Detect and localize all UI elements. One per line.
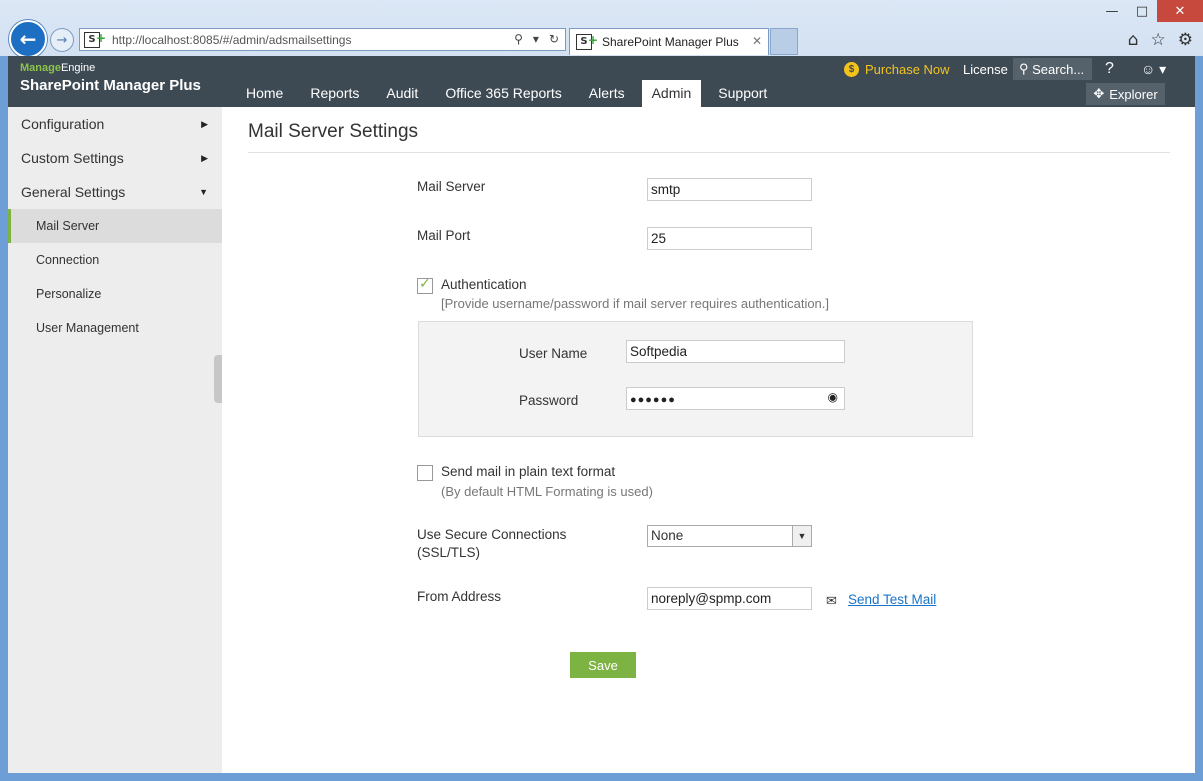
nav-office365-reports[interactable]: Office 365 Reports (435, 80, 571, 107)
from-address-input[interactable]: noreply@spmp.com (647, 587, 812, 610)
chevron-down-icon[interactable]: ▼ (792, 526, 811, 546)
plain-text-checkbox[interactable] (417, 465, 433, 481)
minimize-icon[interactable]: — (1097, 0, 1127, 22)
secure-connections-value: None (651, 528, 684, 543)
password-input[interactable]: ●●●●●● ◉ (626, 387, 845, 410)
password-label: Password (519, 393, 579, 408)
plain-text-label[interactable]: Send mail in plain text format (441, 464, 615, 479)
address-bar[interactable]: S http://localhost:8085/#/admin/adsmails… (79, 28, 566, 51)
home-icon[interactable]: ⌂ (1128, 30, 1139, 50)
nav-reports[interactable]: Reports (300, 80, 369, 107)
sidebar: Configuration ▶ Custom Settings ▶ Genera… (8, 107, 222, 773)
secure-connections-sublabel: (SSL/TLS) (417, 545, 481, 560)
authentication-checkbox[interactable] (417, 276, 433, 294)
nav-admin[interactable]: Admin (641, 80, 702, 107)
purchase-now-link[interactable]: $ Purchase Now (844, 58, 950, 80)
forward-button[interactable]: → (50, 28, 74, 52)
sidebar-section-label: Custom Settings (21, 150, 124, 166)
mail-server-label: Mail Server (417, 179, 486, 194)
username-input[interactable]: Softpedia (626, 340, 845, 363)
save-button[interactable]: Save (570, 652, 636, 678)
title-divider (248, 152, 1170, 153)
password-value: ●●●●●● (630, 394, 676, 406)
search-box[interactable]: ⚲ Search... (1013, 58, 1092, 80)
user-menu-icon[interactable]: ☺ ▾ (1141, 58, 1166, 80)
search-icon: ⚲ (1019, 61, 1033, 76)
tab-favicon-icon: S (576, 33, 598, 50)
explorer-icon: ✥ (1093, 86, 1105, 101)
logo-engine: Engine (60, 62, 96, 74)
manageengine-logo: ManageEngine (20, 62, 95, 74)
close-window-icon[interactable]: ✕ (1157, 0, 1203, 22)
purchase-label: Purchase Now (865, 61, 950, 77)
secure-connections-label: Use Secure Connections (417, 527, 567, 542)
authentication-label[interactable]: Authentication (441, 277, 527, 292)
logo-manage: Manage (20, 62, 61, 74)
favorites-star-icon[interactable]: ☆ (1151, 30, 1166, 50)
sidebar-item-user-management[interactable]: User Management (8, 311, 222, 345)
sidebar-item-personalize[interactable]: Personalize (8, 277, 222, 311)
nav-alerts[interactable]: Alerts (579, 80, 635, 107)
search-placeholder: Search... (1032, 61, 1085, 77)
plain-text-hint: (By default HTML Formating is used) (441, 484, 653, 499)
mail-port-input[interactable]: 25 (647, 227, 812, 250)
back-button[interactable]: ← (9, 20, 47, 58)
help-icon[interactable]: ? (1105, 58, 1114, 80)
sidebar-collapse-handle[interactable] (214, 355, 222, 403)
browser-tab[interactable]: S SharePoint Manager Plus ✕ (569, 28, 769, 55)
authentication-hint: [Provide username/password if mail serve… (441, 296, 830, 311)
address-url[interactable]: http://localhost:8085/#/admin/adsmailset… (112, 33, 351, 47)
main-content: Mail Server Settings Mail Server smtp Ma… (222, 107, 1195, 773)
mail-server-input[interactable]: smtp (647, 178, 812, 201)
refresh-icon[interactable]: ↻ (549, 32, 559, 46)
arrow-right-icon: → (56, 32, 68, 48)
chevron-right-icon: ▶ (201, 118, 208, 129)
maximize-icon[interactable]: □ (1127, 0, 1157, 22)
send-test-mail-link[interactable]: Send Test Mail (848, 592, 936, 607)
tab-title: SharePoint Manager Plus (602, 35, 739, 49)
site-favicon-icon: S (84, 31, 106, 48)
authentication-panel: User Name Softpedia Password ●●●●●● ◉ (418, 321, 973, 437)
username-label: User Name (519, 346, 588, 361)
explorer-button[interactable]: ✥ Explorer (1086, 83, 1165, 105)
sidebar-section-custom-settings[interactable]: Custom Settings ▶ (8, 141, 222, 175)
settings-gear-icon[interactable]: ⚙ (1178, 30, 1193, 50)
nav-support[interactable]: Support (708, 80, 777, 107)
page-title: Mail Server Settings (248, 121, 419, 142)
browser-chrome: — □ ✕ ← → S http://localhost:8085/#/admi… (0, 0, 1203, 58)
sidebar-section-general-settings[interactable]: General Settings ▼ (8, 175, 222, 209)
secure-connections-select[interactable]: None ▼ (647, 525, 812, 547)
send-mail-icon: ✉ (826, 594, 837, 609)
nav-home[interactable]: Home (236, 80, 293, 107)
chevron-right-icon: ▶ (201, 152, 208, 163)
cart-icon: $ (844, 61, 859, 77)
search-icon[interactable]: ⚲ (514, 32, 523, 46)
window-controls: — □ ✕ (1097, 0, 1203, 24)
arrow-left-icon: ← (19, 27, 37, 51)
tab-close-icon[interactable]: ✕ (752, 34, 762, 48)
license-link[interactable]: License (963, 58, 1008, 80)
sidebar-item-mail-server[interactable]: Mail Server (8, 209, 222, 243)
dropdown-icon[interactable]: ▾ (533, 32, 539, 46)
product-title: SharePoint Manager Plus (20, 77, 201, 94)
new-tab-button[interactable] (770, 28, 798, 55)
top-navigation: Home Reports Audit Office 365 Reports Al… (236, 80, 784, 107)
from-address-label: From Address (417, 589, 502, 604)
sidebar-section-label: General Settings (21, 184, 126, 200)
chevron-down-icon: ▼ (199, 187, 208, 197)
app-header: ManageEngine SharePoint Manager Plus Hom… (8, 56, 1195, 107)
show-password-eye-icon[interactable]: ◉ (828, 390, 838, 404)
sidebar-section-label: Configuration (21, 116, 105, 132)
mail-port-label: Mail Port (417, 228, 471, 243)
explorer-label: Explorer (1109, 86, 1158, 102)
sidebar-section-configuration[interactable]: Configuration ▶ (8, 107, 222, 141)
nav-audit[interactable]: Audit (376, 80, 428, 107)
sidebar-item-connection[interactable]: Connection (8, 243, 222, 277)
